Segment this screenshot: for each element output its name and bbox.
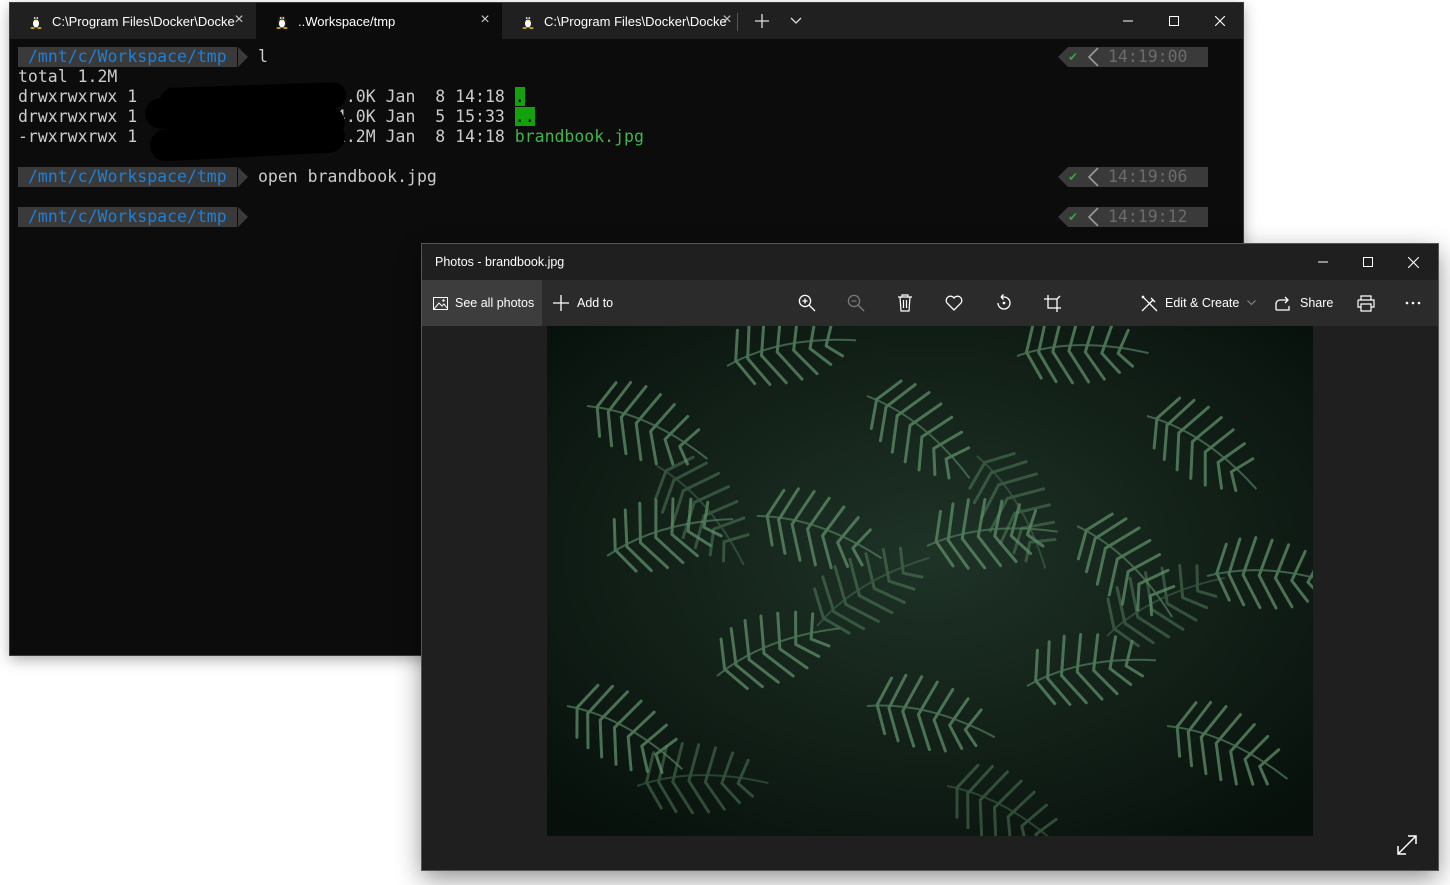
add-to-button[interactable]: Add to bbox=[552, 280, 613, 326]
share-icon bbox=[1274, 294, 1292, 312]
command-text: open brandbook.jpg bbox=[258, 167, 437, 186]
tab-bar: C:\Program Files\Docker\Docke × ..Worksp… bbox=[10, 3, 1243, 39]
file-name: brandbook.jpg bbox=[514, 127, 644, 146]
zoom-out-button[interactable] bbox=[847, 280, 865, 326]
tab-label: ..Workspace/tmp bbox=[298, 13, 396, 29]
chevron-down-icon bbox=[1247, 300, 1257, 306]
more-options-button[interactable] bbox=[1405, 280, 1421, 326]
chevron-left-icon bbox=[1087, 207, 1099, 227]
close-button[interactable] bbox=[1197, 3, 1243, 39]
photos-titlebar: Photos - brandbook.jpg bbox=[422, 244, 1438, 280]
maximize-icon bbox=[1363, 257, 1373, 267]
prompt-arrow bbox=[238, 47, 248, 67]
prompt-arrow bbox=[238, 207, 248, 227]
tab-docker-2[interactable]: C:\Program Files\Docker\Docke × bbox=[502, 3, 736, 39]
add-to-label: Add to bbox=[577, 296, 614, 310]
photo-canvas bbox=[422, 326, 1438, 870]
minimize-button[interactable] bbox=[1300, 244, 1346, 280]
prompt-path: /mnt/c/Workspace/tmp bbox=[18, 207, 237, 227]
prompt-arrow bbox=[238, 167, 248, 187]
command-text: l bbox=[258, 47, 268, 66]
crop-icon bbox=[1044, 294, 1061, 312]
close-icon bbox=[1407, 256, 1419, 268]
photos-toolbar: See all photos Add to Edit & Create Shar… bbox=[422, 280, 1438, 326]
maximize-button[interactable] bbox=[1151, 3, 1197, 39]
close-icon bbox=[1215, 16, 1225, 26]
linux-icon bbox=[276, 16, 288, 29]
see-all-photos-button[interactable]: See all photos bbox=[422, 280, 542, 326]
ls-total: total 1.2M bbox=[18, 67, 118, 86]
more-icon bbox=[1405, 301, 1421, 305]
check-icon: ✔ bbox=[1068, 50, 1079, 64]
linux-icon bbox=[522, 16, 534, 29]
plus-icon bbox=[552, 294, 570, 312]
close-icon[interactable]: × bbox=[232, 12, 246, 28]
check-icon: ✔ bbox=[1068, 210, 1079, 224]
zoom-out-icon bbox=[847, 294, 865, 312]
expand-icon[interactable] bbox=[1396, 834, 1418, 856]
tab-dropdown-button[interactable] bbox=[778, 3, 814, 39]
gallery-icon bbox=[431, 294, 449, 312]
edit-create-label: Edit & Create bbox=[1165, 296, 1240, 310]
see-all-label: See all photos bbox=[455, 296, 535, 310]
minimize-icon bbox=[1318, 261, 1328, 263]
print-icon bbox=[1357, 294, 1375, 312]
check-icon: ✔ bbox=[1068, 170, 1079, 184]
prompt-path: /mnt/c/Workspace/tmp bbox=[18, 167, 237, 187]
close-button[interactable] bbox=[1390, 244, 1436, 280]
prompt-path: /mnt/c/Workspace/tmp bbox=[18, 47, 237, 67]
favorite-button[interactable] bbox=[945, 280, 963, 326]
maximize-icon bbox=[1169, 16, 1179, 26]
rotate-button[interactable] bbox=[995, 280, 1013, 326]
delete-button[interactable] bbox=[897, 280, 913, 326]
edit-icon bbox=[1140, 294, 1158, 312]
zoom-in-icon bbox=[798, 294, 816, 312]
fern-leaves-image bbox=[547, 326, 1313, 836]
edit-create-button[interactable]: Edit & Create bbox=[1140, 280, 1257, 326]
tab-divider bbox=[737, 13, 738, 31]
plus-icon bbox=[755, 14, 769, 28]
print-button[interactable] bbox=[1357, 280, 1375, 326]
heart-icon bbox=[945, 295, 963, 311]
chevron-down-icon bbox=[790, 17, 802, 24]
share-button[interactable]: Share bbox=[1274, 280, 1333, 326]
minimize-icon bbox=[1123, 20, 1133, 22]
dir-name: . bbox=[514, 87, 525, 106]
window-title: Photos - brandbook.jpg bbox=[435, 255, 565, 269]
tab-label: C:\Program Files\Docker\Docke bbox=[52, 13, 235, 29]
zoom-in-button[interactable] bbox=[798, 280, 816, 326]
tab-label: C:\Program Files\Docker\Docke bbox=[544, 13, 727, 29]
rotate-icon bbox=[997, 294, 1011, 310]
minimize-button[interactable] bbox=[1105, 3, 1151, 39]
delete-icon bbox=[898, 294, 912, 312]
maximize-button[interactable] bbox=[1345, 244, 1391, 280]
tab-workspace[interactable]: ..Workspace/tmp × bbox=[256, 3, 502, 39]
linux-icon bbox=[30, 16, 42, 29]
dir-name: .. bbox=[514, 107, 535, 126]
photos-window: Photos - brandbook.jpg See all photos Ad… bbox=[422, 244, 1438, 870]
close-icon[interactable]: × bbox=[720, 12, 734, 28]
new-tab-button[interactable] bbox=[744, 3, 780, 39]
timestamp: 14:19:12 bbox=[1108, 207, 1188, 226]
photo-image[interactable] bbox=[547, 326, 1313, 836]
close-icon[interactable]: × bbox=[478, 12, 492, 28]
timestamp: 14:19:00 bbox=[1108, 47, 1188, 66]
tab-docker-1[interactable]: C:\Program Files\Docker\Docke × bbox=[10, 3, 256, 39]
chevron-left-icon bbox=[1087, 47, 1099, 67]
timestamp: 14:19:06 bbox=[1108, 167, 1188, 186]
chevron-left-icon bbox=[1087, 167, 1099, 187]
share-label: Share bbox=[1300, 296, 1334, 310]
crop-button[interactable] bbox=[1044, 280, 1061, 326]
